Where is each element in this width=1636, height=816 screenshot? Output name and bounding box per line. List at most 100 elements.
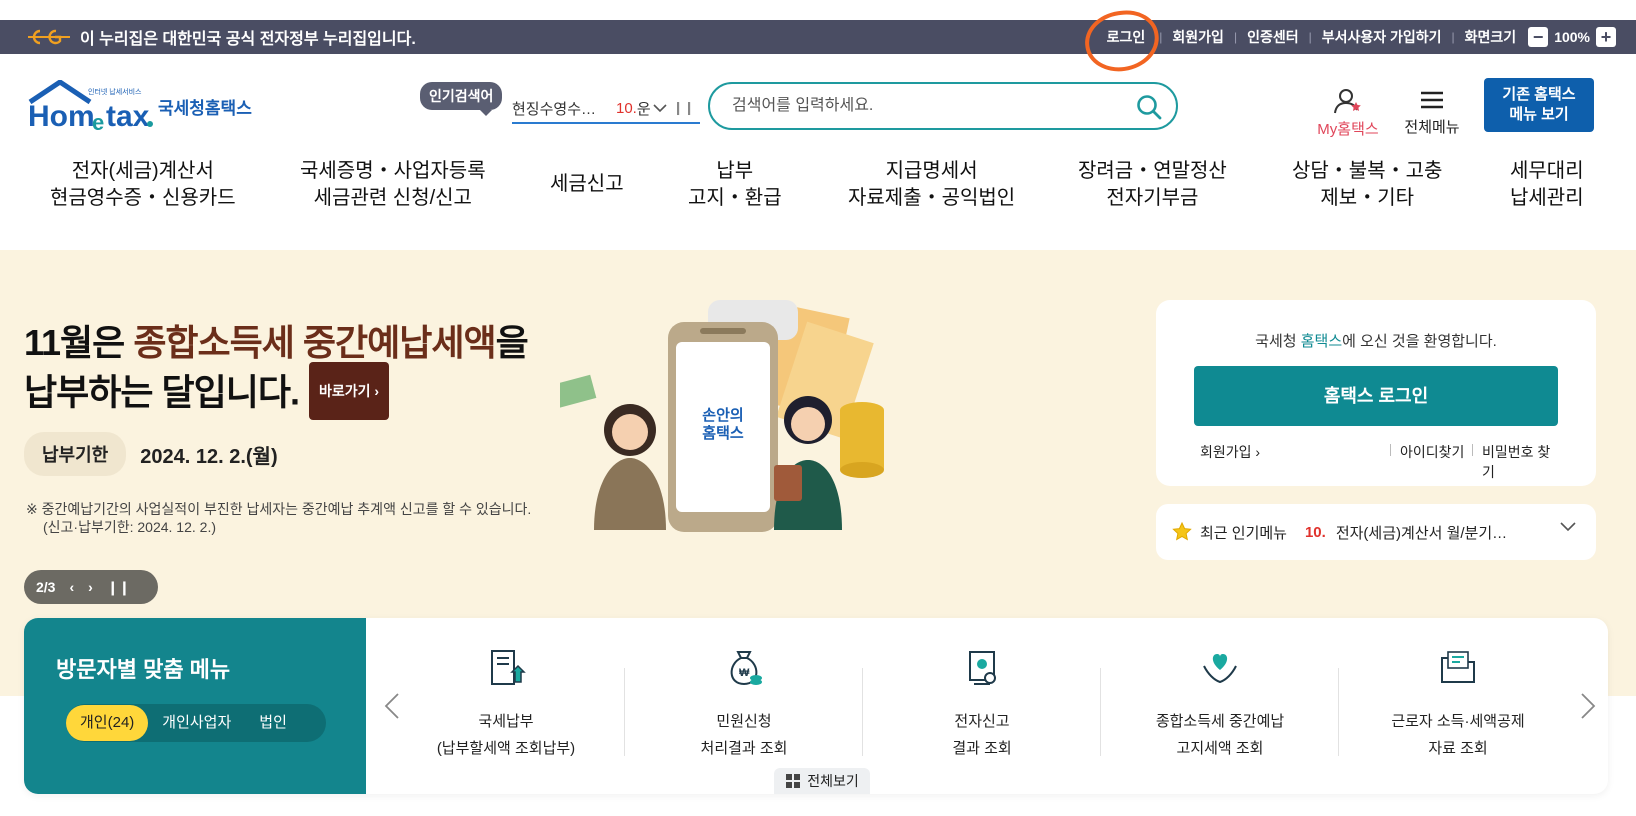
service-civil-petition[interactable]: ₩ 민원신청 처리결과 조회	[626, 648, 862, 762]
login-link-label: 로그인	[1106, 29, 1146, 45]
pause-icon[interactable]: ❙❙	[673, 100, 695, 116]
chevron-down-icon[interactable]	[1560, 522, 1576, 532]
nav-item-incentive[interactable]: 장려금・연말정산 전자기부금	[1078, 158, 1227, 212]
slide-next-icon[interactable]: ›	[88, 579, 93, 595]
hometax-login-button[interactable]: 홈택스 로그인	[1194, 366, 1558, 426]
divider	[1390, 444, 1391, 456]
nav-item-label: 납부	[716, 160, 754, 182]
signup-link[interactable]: 회원가입	[1172, 27, 1224, 47]
screen-size-label: 화면크기	[1464, 29, 1517, 45]
go-button-label: 바로가기	[318, 383, 371, 399]
hero-note-line1: ※ 중간예납기간의 사업실적이 부진한 납세자는 중간예납 추계액 신고를 할 …	[26, 501, 532, 517]
search-icon[interactable]	[1136, 94, 1162, 120]
gov-emblem-icon	[28, 29, 70, 45]
nav-item-tax-report[interactable]: 세금신고	[550, 171, 624, 198]
star-icon	[1172, 522, 1192, 541]
nav-item-label: 제보・기타	[1320, 187, 1414, 209]
hero-title-part: 11월은	[24, 322, 134, 363]
popular-menu-rank: 10.	[1304, 523, 1326, 541]
dept-user-signup-link[interactable]: 부서사용자 가입하기	[1322, 27, 1442, 47]
popular-search-ticker[interactable]: 현징수영수… 10. 운 ❙❙	[512, 94, 700, 124]
tax-payment-icon	[491, 650, 526, 685]
nav-item-payment[interactable]: 납부 고지・환급	[688, 158, 782, 212]
heart-hands-icon	[1203, 654, 1237, 684]
nav-item-certificate[interactable]: 국세증명・사업자등록 세금관련 신청/신고	[300, 158, 486, 212]
popular-menu-text: 전자(세금)계산서 월/분기…	[1335, 524, 1508, 542]
old-hometax-line1: 기존 홈택스	[1502, 86, 1576, 103]
service-worker-deduction[interactable]: 근로자 소득·세액공제 자료 조회	[1340, 648, 1576, 762]
welcome-part: 에 오신 것을 환영합니다.	[1342, 333, 1497, 350]
slide-controls: 2/3 ‹ › ❙❙	[24, 570, 158, 604]
divider	[1338, 668, 1339, 756]
join-link[interactable]: 회원가입 ›	[1200, 442, 1260, 462]
chevron-down-icon[interactable]	[653, 103, 667, 113]
service-label: 종합소득세 중간예납	[1155, 713, 1285, 730]
carousel-next-icon[interactable]	[1580, 692, 1596, 720]
nav-item-label: 세금관련 신청/신고	[313, 187, 472, 209]
zoom-in-button[interactable]: +	[1596, 27, 1616, 47]
welcome-highlight: 홈택스	[1300, 333, 1343, 350]
old-hometax-line2: 메뉴 보기	[1509, 106, 1569, 123]
tab-corporation[interactable]: 법인	[245, 705, 301, 741]
nav-item-tax-agent[interactable]: 세무대리 납세관리	[1510, 158, 1584, 212]
old-hometax-menu-button[interactable]: 기존 홈택스 메뉴 보기	[1484, 78, 1594, 132]
phone-text-1: 손안의	[702, 406, 743, 424]
tab-sole-proprietor[interactable]: 개인사업자	[148, 705, 245, 741]
grid-icon	[786, 774, 801, 788]
certificate-icon	[969, 651, 996, 685]
svg-text:tax: tax	[106, 100, 150, 133]
tab-individual[interactable]: 개인(24)	[66, 705, 149, 741]
service-label: 근로자 소득·세액공제	[1391, 713, 1525, 730]
nav-item-label: 고지・환급	[688, 187, 782, 209]
find-id-link[interactable]: 아이디찾기	[1400, 442, 1464, 462]
visitor-menu-header: 방문자별 맞춤 메뉴 개인(24) 개인사업자 법인	[24, 618, 366, 794]
svg-text:국세청홈택스: 국세청홈택스	[158, 98, 252, 118]
join-link-label: 회원가입	[1200, 444, 1252, 460]
divider	[862, 668, 863, 756]
svg-text:e: e	[92, 110, 104, 135]
nav-item-label: 납세관리	[1510, 187, 1584, 209]
my-hometax-label: My홈택스	[1317, 121, 1379, 138]
service-tax-payment[interactable]: 국세납부 (납부할세액 조회납부)	[388, 648, 624, 762]
all-menu-label: 전체메뉴	[1404, 119, 1460, 136]
gov-banner-left: 이 누리집은 대한민국 공식 전자정부 누리집입니다.	[0, 25, 416, 49]
service-label: 고지세액 조회	[1176, 740, 1264, 757]
nav-item-einvoice[interactable]: 전자(세금)계산서 현금영수증・신용카드	[50, 158, 236, 212]
slide-prev-icon[interactable]: ‹	[69, 579, 74, 595]
nav-item-label: 전자(세금)계산서	[71, 160, 214, 182]
nav-item-label: 상담・불복・고충	[1292, 160, 1443, 182]
nav-item-label: 국세증명・사업자등록	[300, 160, 486, 182]
chevron-right-icon: ›	[1255, 444, 1261, 460]
divider: |	[1451, 30, 1455, 44]
hero-title-line2: 납부하는 달입니다. 바로가기 ›	[24, 362, 528, 424]
service-interim-prepayment[interactable]: 종합소득세 중간예납 고지세액 조회	[1102, 648, 1338, 762]
service-label: 결과 조회	[952, 740, 1012, 757]
nav-item-label: 장려금・연말정산	[1078, 160, 1227, 182]
service-label: 민원신청	[716, 713, 772, 730]
slide-pause-icon[interactable]: ❙❙	[107, 579, 130, 596]
all-menu-button[interactable]: 전체메뉴	[1400, 88, 1464, 137]
login-link[interactable]: 로그인	[1080, 6, 1163, 76]
nav-item-consulting[interactable]: 상담・불복・고충 제보・기타	[1292, 158, 1442, 212]
zoom-out-button[interactable]: −	[1528, 27, 1549, 47]
popular-menu-label: 최근 인기메뉴	[1200, 524, 1287, 542]
service-e-filing[interactable]: 전자신고 결과 조회	[864, 648, 1100, 762]
cert-center-link[interactable]: 인증센터	[1247, 27, 1299, 47]
nav-item-payment-statement[interactable]: 지급명세서 자료제출・공익법인	[848, 158, 1015, 212]
popular-search-text: 현징수영수…	[512, 100, 597, 118]
hero-note: ※ 중간예납기간의 사업실적이 부진한 납세자는 중간예납 추계액 신고를 할 …	[26, 500, 531, 536]
divider	[1100, 668, 1101, 756]
go-button[interactable]: 바로가기 ›	[308, 362, 390, 420]
search-input[interactable]	[732, 97, 1132, 115]
popular-menu-bar[interactable]: 최근 인기메뉴 10. 전자(세금)계산서 월/분기…	[1156, 504, 1596, 560]
hometax-logo[interactable]: Hom e tax 인터넷 납세서비스 국세청홈택스	[26, 80, 266, 140]
chevron-right-icon: ›	[374, 383, 380, 399]
find-password-link[interactable]: 비밀번호 찾기	[1482, 442, 1560, 482]
nav-item-label: 자료제출・공익법인	[848, 187, 1016, 209]
my-hometax-button[interactable]: My홈택스	[1310, 88, 1386, 139]
view-all-button[interactable]: 전체보기	[774, 768, 870, 794]
folder-icon	[1441, 651, 1475, 683]
divider: |	[1308, 30, 1312, 44]
welcome-text: 국세청 홈택스에 오신 것을 환영합니다.	[1156, 330, 1596, 351]
popular-search-rank: 10.	[616, 99, 637, 117]
